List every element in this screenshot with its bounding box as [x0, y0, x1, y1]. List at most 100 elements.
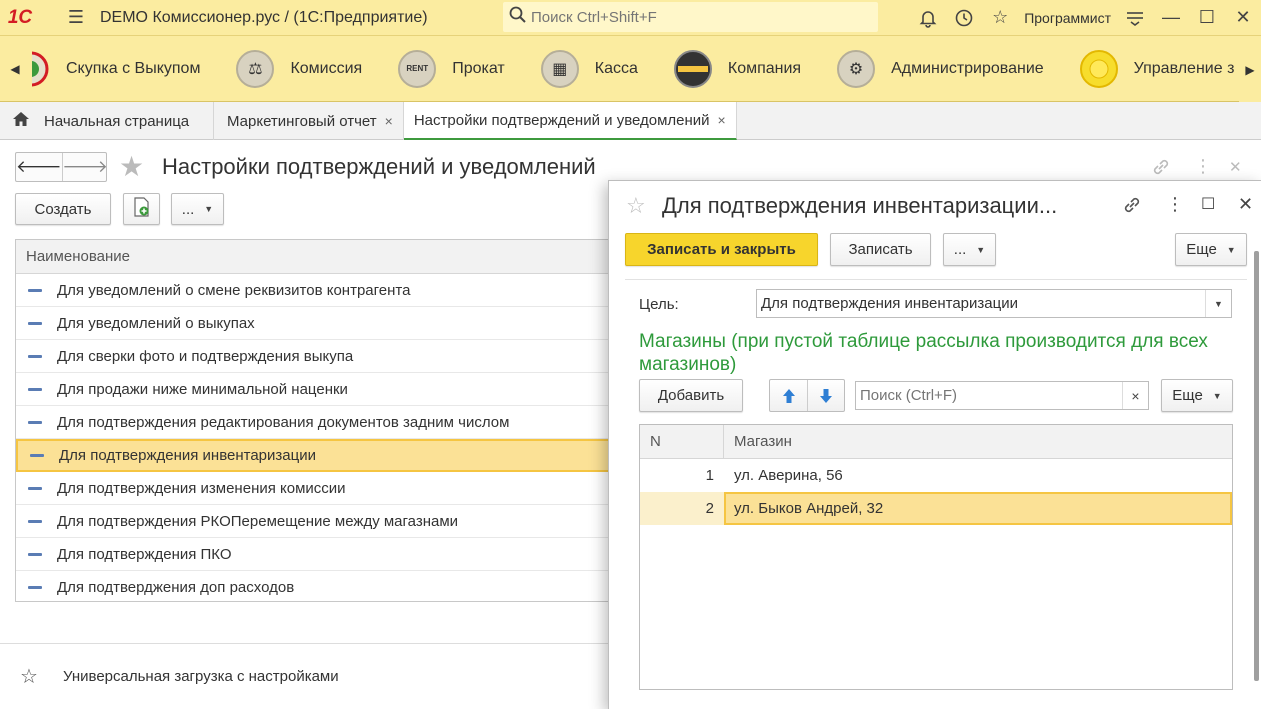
table-eshe-button[interactable]: Еще ▼	[1161, 379, 1233, 412]
item-label: Для подтверждения инвентаризации	[59, 447, 316, 464]
shop-cell[interactable]: ул. Быков Андрей, 32	[724, 492, 1232, 525]
section-label: Прокат	[452, 59, 505, 77]
maximize-icon[interactable]: ☐	[1201, 194, 1215, 214]
dialog-title: Для подтверждения инвентаризации...	[662, 193, 1058, 218]
link-icon[interactable]	[1150, 156, 1172, 183]
list-item[interactable]: Для сверки фото и подтверждения выкупа	[16, 340, 614, 373]
star-outline-icon[interactable]: ☆	[20, 664, 38, 689]
section-buyback[interactable]: Скупка с Выкупом	[30, 35, 210, 102]
link-icon[interactable]	[1121, 194, 1143, 221]
item-icon	[28, 387, 42, 391]
move-buttons	[769, 379, 845, 412]
favorite-star-icon[interactable]: ☆	[626, 193, 646, 219]
page-title: Настройки подтверждений и уведомлений	[162, 154, 596, 179]
purpose-select[interactable]: Для подтверждения инвентаризации ▼	[756, 289, 1232, 318]
add-button[interactable]: Добавить	[639, 379, 743, 412]
copy-button[interactable]	[123, 193, 160, 225]
chevron-down-icon: ▼	[1226, 244, 1236, 255]
tab-home[interactable]: Начальная страница	[0, 102, 214, 140]
tab-marketing-report[interactable]: Маркетинговый отчет ×	[214, 102, 404, 140]
divider	[625, 279, 1247, 280]
title-bar: 1С ☰ DEMO Комиссионер.рус / (1С:Предприя…	[0, 0, 1261, 35]
eshe-button[interactable]: Еще ▼	[1175, 233, 1247, 266]
dialog-scrollbar[interactable]	[1254, 251, 1259, 681]
eshe-label: Еще	[1172, 387, 1203, 404]
chevron-down-icon: ▼	[204, 204, 214, 214]
favorite-star-icon[interactable]: ★	[119, 152, 144, 182]
close-form-icon[interactable]: ✕	[1229, 158, 1242, 176]
tab-notification-settings[interactable]: Настройки подтверждений и уведомлений ×	[403, 102, 737, 140]
move-down-icon[interactable]	[807, 380, 844, 411]
tab-label: Начальная страница	[44, 112, 190, 130]
list-item[interactable]: Для уведомлений о смене реквизитов контр…	[16, 274, 614, 307]
list-item-selected[interactable]: Для подтверждения инвентаризации	[16, 439, 614, 472]
section-rent[interactable]: RENT Прокат	[388, 35, 515, 102]
settings-list: Наименование Для уведомлений о смене рек…	[15, 239, 615, 602]
column-header-shop[interactable]: Магазин	[724, 425, 1232, 458]
more-actions-icon[interactable]: ⋮	[1194, 156, 1212, 177]
column-header-name[interactable]: Наименование	[16, 240, 614, 274]
favorites-icon[interactable]: ☆	[982, 0, 1018, 35]
gears-icon: ⚙	[837, 49, 876, 88]
notifications-icon[interactable]	[910, 0, 946, 35]
list-item[interactable]: Для подтверждения РКОПеремещение между м…	[16, 505, 614, 538]
item-label: Для уведомлений о выкупах	[57, 314, 255, 332]
list-item[interactable]: Для подтверджения доп расходов	[16, 571, 614, 604]
section-administration[interactable]: ⚙ Администрирование	[827, 35, 1054, 102]
section-cash[interactable]: ▦ Касса	[531, 35, 648, 102]
forward-arrow-icon[interactable]: 🡒	[61, 153, 108, 181]
item-icon	[28, 321, 42, 325]
list-item[interactable]: Для подтверждения изменения комиссии	[16, 472, 614, 505]
sections-scroll-right-icon[interactable]: ▶	[1239, 36, 1261, 103]
close-icon[interactable]: ×	[718, 112, 726, 128]
list-item[interactable]: Для подтверждения редактирования докумен…	[16, 406, 614, 439]
list-item[interactable]: Для продажи ниже минимальной наценки	[16, 373, 614, 406]
global-search-input[interactable]	[531, 8, 871, 26]
minimize-icon[interactable]: —	[1153, 0, 1189, 35]
save-button[interactable]: Записать	[830, 233, 931, 266]
divider	[0, 643, 610, 644]
list-item[interactable]: Для уведомлений о выкупах	[16, 307, 614, 340]
more-button[interactable]: ... ▼	[943, 233, 996, 266]
eshe-label: Еще	[1186, 241, 1217, 258]
current-user[interactable]: Программист	[1024, 10, 1111, 26]
column-header-n[interactable]: N	[640, 425, 724, 458]
table-row[interactable]: 1 ул. Аверина, 56	[640, 459, 1232, 492]
move-up-icon[interactable]	[770, 380, 807, 411]
close-icon[interactable]: ×	[385, 113, 393, 129]
sections-scroll-left-icon[interactable]: ◀	[0, 35, 30, 102]
section-company[interactable]: Компания	[664, 35, 811, 102]
table-search-input[interactable]	[856, 383, 1120, 408]
menu-icon[interactable]: ☰	[62, 4, 90, 32]
tab-label: Маркетинговый отчет	[227, 112, 377, 130]
chevron-down-icon[interactable]: ▼	[1205, 290, 1231, 317]
company-icon	[673, 49, 712, 88]
section-label: Управление з	[1133, 59, 1235, 77]
create-button[interactable]: Создать	[15, 193, 111, 225]
more-button[interactable]: ... ▼	[171, 193, 224, 225]
history-icon[interactable]	[946, 0, 982, 35]
close-window-icon[interactable]: ✕	[1225, 0, 1261, 35]
shop-cell[interactable]: ул. Аверина, 56	[724, 459, 1232, 492]
rent-icon: RENT	[398, 49, 437, 88]
save-and-close-button[interactable]: Записать и закрыть	[625, 233, 818, 266]
back-arrow-icon[interactable]: 🡐	[16, 153, 62, 181]
edit-dialog: ☆ Для подтверждения инвентаризации... ⋮ …	[608, 180, 1261, 709]
more-actions-icon[interactable]: ⋮	[1166, 194, 1184, 215]
more-label: ...	[181, 200, 195, 218]
add-document-icon	[133, 197, 151, 221]
item-label: Для подтверждения РКОПеремещение между м…	[57, 512, 459, 530]
universal-load-link[interactable]: Универсальная загрузка с настройками	[63, 668, 339, 685]
item-icon	[28, 586, 42, 589]
clear-icon[interactable]: ×	[1122, 382, 1148, 409]
table-row-selected[interactable]: 2 ул. Быков Андрей, 32	[640, 492, 1232, 525]
section-commission[interactable]: ⚖ Комиссия	[226, 35, 372, 102]
maximize-icon[interactable]: ☐	[1189, 0, 1225, 35]
global-search[interactable]	[503, 2, 878, 32]
section-management[interactable]: Управление з	[1070, 35, 1245, 102]
list-item[interactable]: Для подтверждения ПКО	[16, 538, 614, 571]
settings-menu-icon[interactable]	[1117, 0, 1153, 35]
app-logo[interactable]: 1С	[0, 0, 40, 35]
close-icon[interactable]: ✕	[1238, 194, 1253, 215]
table-search[interactable]: ×	[855, 381, 1149, 410]
